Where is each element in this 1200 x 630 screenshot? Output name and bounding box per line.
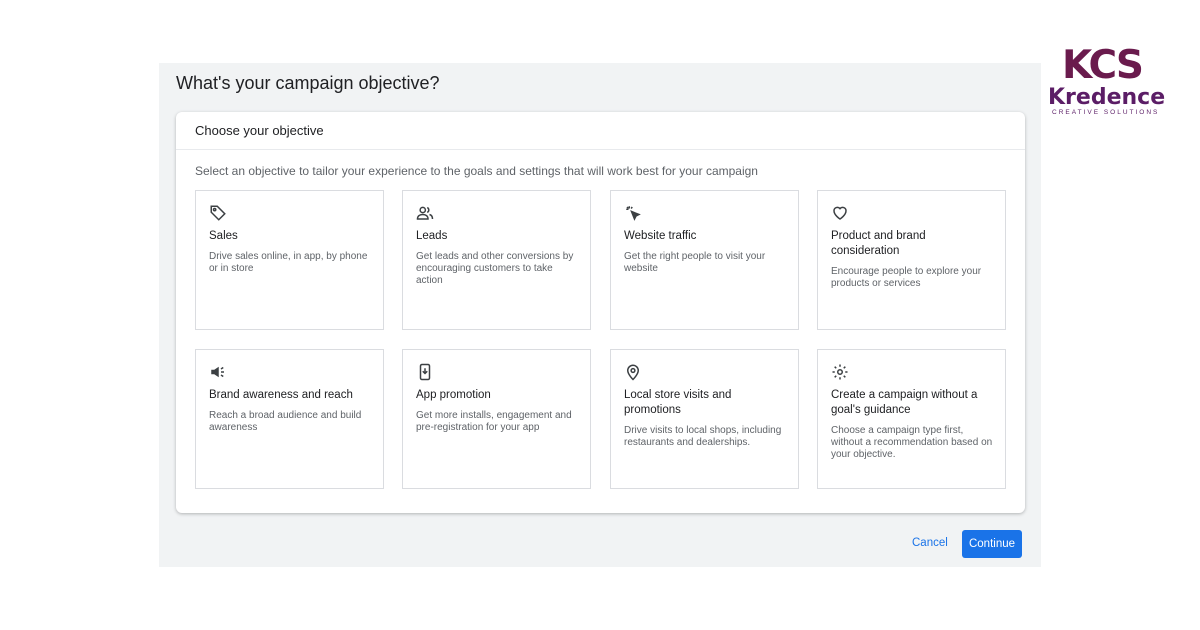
- cursor-click-icon: [624, 204, 642, 222]
- objective-tile-brand-awareness[interactable]: Brand awareness and reach Reach a broad …: [195, 349, 384, 489]
- campaign-objective-panel: What's your campaign objective? Choose y…: [159, 63, 1041, 567]
- objective-title: Leads: [416, 230, 448, 242]
- card-header: Choose your objective: [176, 112, 1025, 150]
- objective-title: Local store visits and promotions: [624, 389, 732, 416]
- objective-title: App promotion: [416, 389, 491, 401]
- gear-icon: [831, 363, 849, 381]
- speaker-icon: [209, 363, 227, 381]
- objective-tile-sales[interactable]: Sales Drive sales online, in app, by pho…: [195, 190, 384, 330]
- objective-description: Encourage people to explore your product…: [831, 266, 982, 289]
- page-title: What's your campaign objective?: [176, 73, 440, 93]
- objective-title: Sales: [209, 230, 238, 242]
- objective-description: Drive sales online, in app, by phone or …: [209, 251, 368, 274]
- location-pin-icon: [624, 363, 642, 381]
- objective-tile-local-store-visits[interactable]: Local store visits and promotions Drive …: [610, 349, 799, 489]
- tag-icon: [209, 204, 227, 222]
- objective-description: Get more installs, engagement and pre-re…: [416, 410, 572, 433]
- card-subtitle: Select an objective to tailor your exper…: [195, 164, 758, 178]
- logo-mark: KCS: [1062, 43, 1144, 88]
- objective-description: Choose a campaign type first, without a …: [831, 425, 993, 460]
- logo-wordmark: Kredence: [1048, 85, 1166, 110]
- objective-description: Get leads and other conversions by encou…: [416, 251, 574, 286]
- objective-description: Get the right people to visit your websi…: [624, 251, 766, 274]
- heart-icon: [831, 204, 849, 222]
- brand-logo: KCS Kredence CREATIVE SOLUTIONS: [1046, 44, 1172, 120]
- people-icon: [416, 204, 434, 222]
- objective-description: Reach a broad audience and build awarene…: [209, 410, 362, 433]
- logo-tagline: CREATIVE SOLUTIONS: [1052, 109, 1160, 116]
- objective-tile-app-promotion[interactable]: App promotion Get more installs, engagem…: [402, 349, 591, 489]
- objective-title: Create a campaign without a goal's guida…: [831, 389, 978, 416]
- objective-tile-leads[interactable]: Leads Get leads and other conversions by…: [402, 190, 591, 330]
- objective-tile-product-brand-consideration[interactable]: Product and brand consideration Encourag…: [817, 190, 1006, 330]
- objective-tile-no-goal-guidance[interactable]: Create a campaign without a goal's guida…: [817, 349, 1006, 489]
- objective-card: Choose your objective Select an objectiv…: [176, 112, 1025, 513]
- objective-title: Brand awareness and reach: [209, 389, 353, 401]
- objective-description: Drive visits to local shops, including r…: [624, 425, 782, 448]
- objective-title: Product and brand consideration: [831, 230, 926, 257]
- phone-download-icon: [416, 363, 434, 381]
- objective-tile-website-traffic[interactable]: Website traffic Get the right people to …: [610, 190, 799, 330]
- objective-title: Website traffic: [624, 230, 697, 242]
- continue-button[interactable]: Continue: [962, 530, 1022, 558]
- page: What's your campaign objective? Choose y…: [0, 0, 1200, 630]
- cancel-button[interactable]: Cancel: [912, 537, 948, 549]
